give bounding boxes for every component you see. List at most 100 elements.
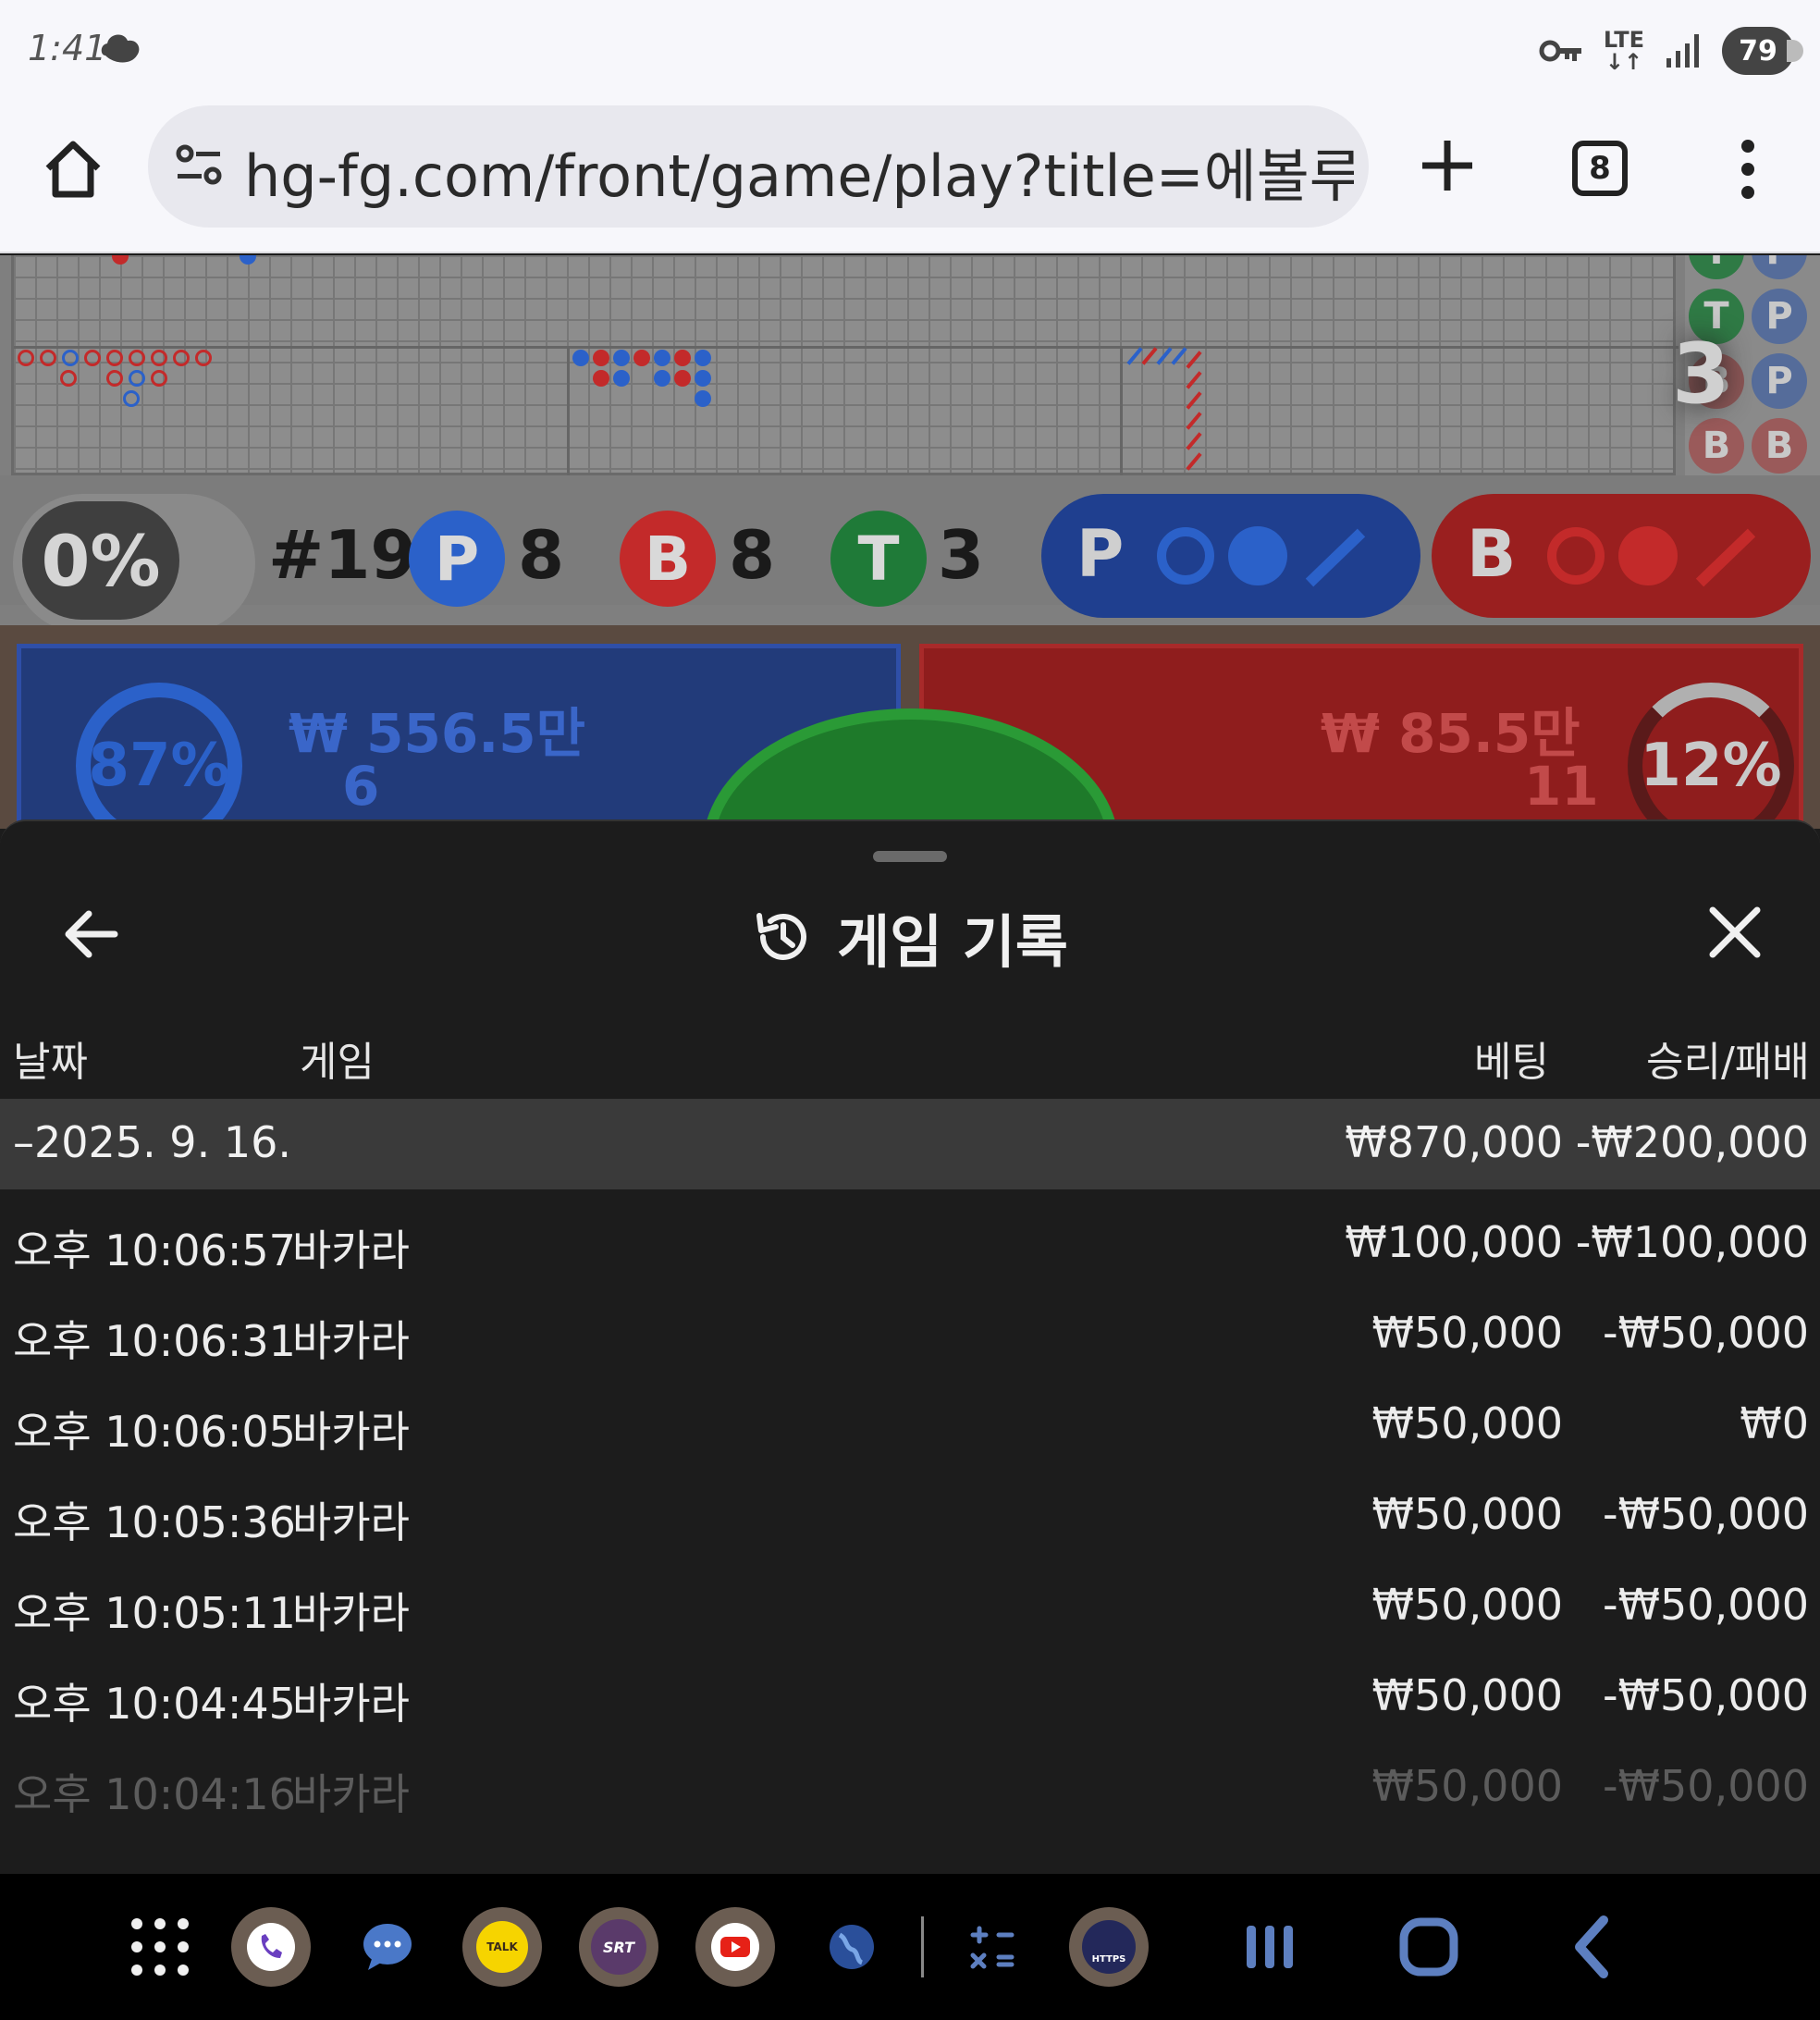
record-bet: ₩50,000 [1371,1489,1563,1539]
back-nav-icon[interactable] [1554,1907,1633,1987]
vpn-key-icon [1539,40,1581,62]
kakaotalk-app-icon[interactable]: TALK [462,1907,542,1987]
record-result: -₩50,000 [1602,1761,1809,1811]
status-time: 1:41 [28,28,107,68]
browser-toolbar: hg-fg.com/front/game/play?title=에볼루션 8 [0,100,1820,253]
record-bet: ₩100,000 [1345,1217,1563,1267]
record-bet: ₩50,000 [1371,1398,1563,1448]
player-badge: P [409,511,505,607]
record-result: -₩50,000 [1602,1489,1809,1539]
home-nav-icon[interactable] [1389,1907,1469,1987]
banker-predict-icons [1547,526,1756,587]
player-predict-button[interactable]: P [1041,494,1420,618]
game-stats-row: 0% #19 P 8 B 8 T 3 P B [0,475,1820,633]
record-time: 오후 10:05:11 [13,1588,296,1638]
side-ball-banker: B [1689,418,1744,474]
record-time: 오후 10:04:16 [13,1769,296,1819]
date-group-row[interactable]: –2025. 9. 16. ₩870,000 -₩200,000 [0,1099,1820,1189]
url-text[interactable]: hg-fg.com/front/game/play?title=에볼루션 [244,129,1354,213]
side-big-number: 3 [1672,326,1730,423]
browser-app-icon[interactable] [812,1907,892,1987]
record-bet: ₩50,000 [1371,1761,1563,1811]
home-icon[interactable] [41,137,105,202]
column-header-game: 게임 [300,1039,375,1086]
table-row[interactable]: 오후 10:05:11 바카라 ₩50,000 -₩50,000 [0,1559,1820,1650]
close-icon[interactable] [1707,905,1763,960]
record-time: 오후 10:06:57 [13,1226,296,1275]
status-bar: 1:41 LTE ↓↑ 79 [0,0,1820,100]
tab-switcher-button[interactable]: 8 [1572,141,1628,196]
player-count: 8 [518,516,565,594]
youtube-app-icon[interactable] [695,1907,775,1987]
more-options-icon[interactable] [1729,137,1766,202]
sheet-drag-handle[interactable] [873,851,947,862]
recent-apps-icon[interactable] [1230,1907,1310,1987]
table-row[interactable]: 오후 10:04:45 바카라 ₩50,000 -₩50,000 [0,1650,1820,1741]
percent-pill[interactable]: 0% [13,494,255,633]
record-time: 오후 10:04:45 [13,1679,296,1729]
app-drawer-icon[interactable] [120,1907,200,1987]
record-time: 오후 10:06:05 [13,1407,296,1457]
https-app-icon[interactable]: HTTPS [1069,1907,1149,1987]
record-game: 바카라 [292,1316,410,1366]
game-history-sheet: 게임 기록 날짜 게임 베팅 승리/패배 –2025. 9. 16. ₩870,… [0,819,1820,1874]
column-header-bet: 베팅 [1474,1039,1549,1086]
network-type: LTE ↓↑ [1603,27,1644,75]
tie-badge: T [830,511,927,607]
round-number: #19 [268,516,417,594]
record-game: 바카라 [292,1226,410,1275]
table-row[interactable]: 오후 10:06:57 바카라 ₩100,000 -₩100,000 [0,1197,1820,1287]
banker-badge: B [620,511,716,607]
dock-divider [921,1916,924,1977]
side-ball-player: P [1752,353,1807,409]
address-bar[interactable]: hg-fg.com/front/game/play?title=에볼루션 [148,105,1369,228]
system-navigation-bar: TALK SRT HTTPS [0,1874,1820,2020]
screen: { "status_bar": { "time": "1:41", "netwo… [0,0,1820,2020]
banker-predict-button[interactable]: B [1432,494,1811,618]
record-time: 오후 10:05:36 [13,1497,296,1547]
column-header-result: 승리/패배 [1646,1039,1810,1086]
record-result: -₩100,000 [1575,1217,1809,1267]
record-result: -₩50,000 [1602,1580,1809,1630]
record-result: ₩0 [1740,1398,1809,1448]
record-bet: ₩50,000 [1371,1670,1563,1720]
calculator-app-icon[interactable] [953,1907,1032,1987]
phone-app-icon[interactable] [231,1907,311,1987]
table-row[interactable]: 오후 10:04:16 바카라 ₩50,000 -₩50,000 [0,1741,1820,1831]
date-group-bet-total: ₩870,000 [1345,1117,1563,1167]
messages-app-icon[interactable] [348,1907,427,1987]
record-game: 바카라 [292,1679,410,1729]
player-bet-count: 6 [342,755,380,818]
tie-count: 3 [938,516,985,594]
side-ball-player: P [1752,289,1807,344]
record-game: 바카라 [292,1769,410,1819]
column-header-date: 날짜 [13,1039,88,1086]
banker-bet-count: 11 [1524,755,1599,818]
game-view: T P T P B P B B 3 0% #19 P 8 B 8 T 3 P B [0,255,1820,829]
record-game: 바카라 [292,1407,410,1457]
record-result: -₩50,000 [1602,1308,1809,1358]
sheet-header: 게임 기록 [0,886,1820,988]
side-ball-banker: B [1752,418,1807,474]
battery-indicator: 79 [1722,27,1803,75]
site-settings-icon[interactable] [174,142,224,189]
history-icon [756,913,807,960]
date-group-result-total: -₩200,000 [1575,1117,1809,1167]
side-ball-tie: T [1689,255,1744,279]
record-game: 바카라 [292,1497,410,1547]
status-icons: LTE ↓↑ 79 [1539,26,1803,76]
table-row[interactable]: 오후 10:06:05 바카라 ₩50,000 ₩0 [0,1378,1820,1469]
srt-app-icon[interactable]: SRT [579,1907,658,1987]
record-time: 오후 10:06:31 [13,1316,296,1366]
record-bet: ₩50,000 [1371,1308,1563,1358]
record-result: -₩50,000 [1602,1670,1809,1720]
new-tab-icon[interactable] [1415,133,1480,198]
record-bet: ₩50,000 [1371,1580,1563,1630]
cloud-icon [101,34,140,63]
table-row[interactable]: 오후 10:05:36 바카라 ₩50,000 -₩50,000 [0,1469,1820,1559]
bet-area: 87% ₩ 556.5만 6 ₩ 85.5만 11 12% [0,625,1820,829]
signal-icon [1666,34,1699,68]
player-predict-icons [1157,526,1366,587]
record-game: 바카라 [292,1588,410,1638]
table-row[interactable]: 오후 10:06:31 바카라 ₩50,000 -₩50,000 [0,1287,1820,1378]
